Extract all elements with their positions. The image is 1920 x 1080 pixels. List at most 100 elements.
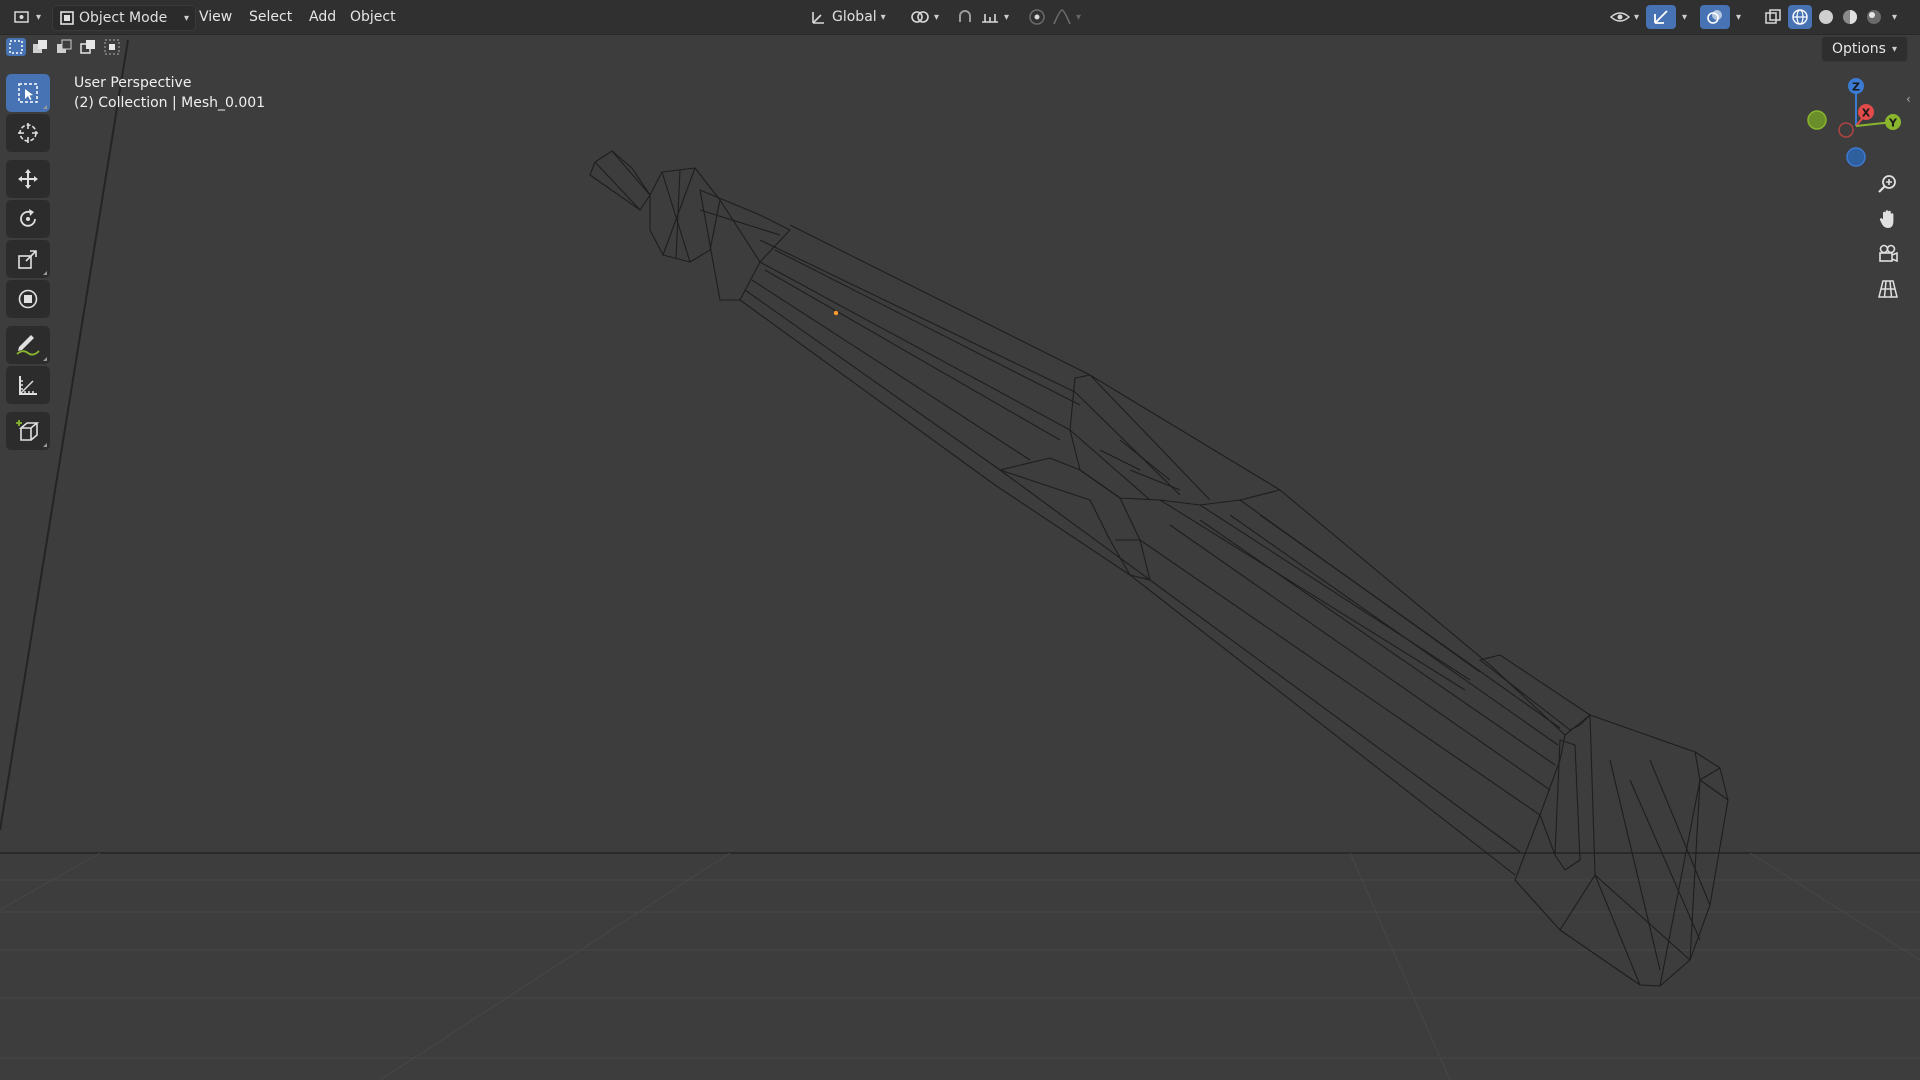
measure-icon [19,376,37,395]
chevron-down-icon: ▾ [1892,11,1898,23]
select-new-icon [9,40,23,54]
select-intersect-button[interactable] [102,38,122,56]
options-label: Options [1831,41,1886,57]
snap-target-dropdown[interactable]: ▾ [974,5,1015,29]
viewport-header: ▾ Object Mode ▾ View Select Add Object G… [0,0,1920,35]
transform-orientation-dropdown[interactable]: Global ▾ [804,5,892,29]
move-tool[interactable] [6,160,50,198]
editor-type-button[interactable]: ▾ [8,5,47,29]
pivot-point-dropdown[interactable]: ▾ [904,5,945,29]
cursor-icon [18,123,38,143]
axis-neg-x-handle[interactable] [1838,122,1854,138]
transform-tool[interactable] [6,280,50,318]
object-mode-icon [60,11,74,25]
pan-button[interactable] [1872,203,1904,235]
gizmo-icon [1654,10,1668,24]
scale-tool[interactable] [6,240,50,278]
mode-selector[interactable]: Object Mode ▾ [52,5,196,31]
select-new-button[interactable] [6,38,26,56]
chevron-down-icon: ▾ [36,11,42,23]
snap-icon [959,10,971,22]
gizmo-dropdown[interactable]: ▾ [1676,5,1693,29]
tool-variants-corner [43,105,47,109]
object-origin[interactable] [833,310,839,316]
material-shading-icon [1843,10,1857,24]
chevron-down-icon: ▾ [934,11,940,23]
options-dropdown[interactable]: Options ▾ [1820,36,1908,62]
zoom-button[interactable] [1872,168,1904,200]
rendered-shading-button[interactable] [1862,5,1886,29]
cursor-tool[interactable] [6,114,50,152]
grid-view-icon [1878,280,1898,298]
axis-neg-z-handle[interactable] [1846,147,1866,167]
move-icon [18,169,38,189]
select-box-tool[interactable] [6,74,50,112]
scale-icon [18,250,37,269]
overlay-dropdown[interactable]: ▾ [1730,5,1747,29]
camera-view-button[interactable] [1872,238,1904,270]
select-intersect-icon [104,39,120,55]
wireframe-shading-button[interactable] [1788,5,1812,29]
navigation-gizmo[interactable]: Z X Y [1800,72,1910,172]
select-extend-button[interactable] [30,38,50,56]
proportional-edit-icon [1029,9,1045,25]
rotate-icon [20,209,36,227]
mode-label: Object Mode [79,10,168,26]
axis-x-label: X [1862,107,1871,120]
xray-toggle[interactable] [1758,5,1788,29]
annotate-tool[interactable] [6,326,50,364]
axis-y-label: Y [1888,117,1898,130]
select-extend-icon [33,40,47,53]
view-name: User Perspective [74,75,192,91]
select-box-icon [18,83,38,103]
pivot-icon [911,11,929,23]
rotate-tool[interactable] [6,200,50,238]
xray-icon [1765,9,1781,24]
collection-context: (2) Collection | Mesh_0.001 [74,95,266,111]
transform-orientation-icon [812,12,824,24]
falloff-icon [1053,9,1071,25]
solid-shading-button[interactable] [1814,5,1838,29]
material-shading-button[interactable] [1838,5,1862,29]
overlay-toggle[interactable] [1700,5,1730,29]
menu-select[interactable]: Select [242,5,299,29]
gizmo-toggle[interactable] [1646,5,1676,29]
select-subtract-icon [57,39,72,53]
chevron-down-icon: ▾ [1076,11,1082,23]
wireframe-shading-icon [1792,9,1808,25]
falloff-dropdown[interactable]: ▾ [1046,5,1087,29]
tool-variants-corner [43,271,47,275]
viewport-info: User Perspective (2) Collection | Mesh_0… [74,73,265,113]
chevron-down-icon: ▾ [183,12,189,24]
zoom-icon [1878,175,1896,193]
visibility-icon [1610,12,1630,22]
3d-viewport[interactable] [0,34,1920,1080]
select-subtract-button[interactable] [54,38,74,56]
chevron-down-icon: ▾ [1736,11,1742,23]
tool-variants-corner [43,357,47,361]
shading-dropdown[interactable]: ▾ [1886,5,1903,29]
tool-variants-corner [43,443,47,447]
chevron-down-icon: ▾ [880,11,886,23]
select-invert-icon [80,40,95,54]
menu-view[interactable]: View [192,5,239,29]
editor-type-icon [14,11,29,23]
menu-object[interactable]: Object [343,5,403,29]
visibility-dropdown[interactable]: ▾ [1604,5,1645,29]
mesh-wireframe[interactable] [589,150,1729,987]
measure-tool[interactable] [6,366,50,404]
axis-z-label: Z [1852,81,1860,94]
chevron-down-icon: ▾ [1634,11,1640,23]
perspective-toggle-button[interactable] [1872,273,1904,305]
chevron-down-icon: ▾ [1004,11,1010,23]
axis-neg-y-handle[interactable] [1807,110,1827,130]
transform-icon [18,289,38,309]
camera-icon [1879,244,1898,263]
menu-add[interactable]: Add [302,5,343,29]
pan-hand-icon [1879,210,1894,228]
add-cube-tool[interactable] [6,412,50,450]
snap-target-icon [982,14,998,23]
solid-shading-icon [1819,10,1833,24]
rendered-shading-icon [1867,10,1881,24]
select-invert-button[interactable] [78,38,98,56]
